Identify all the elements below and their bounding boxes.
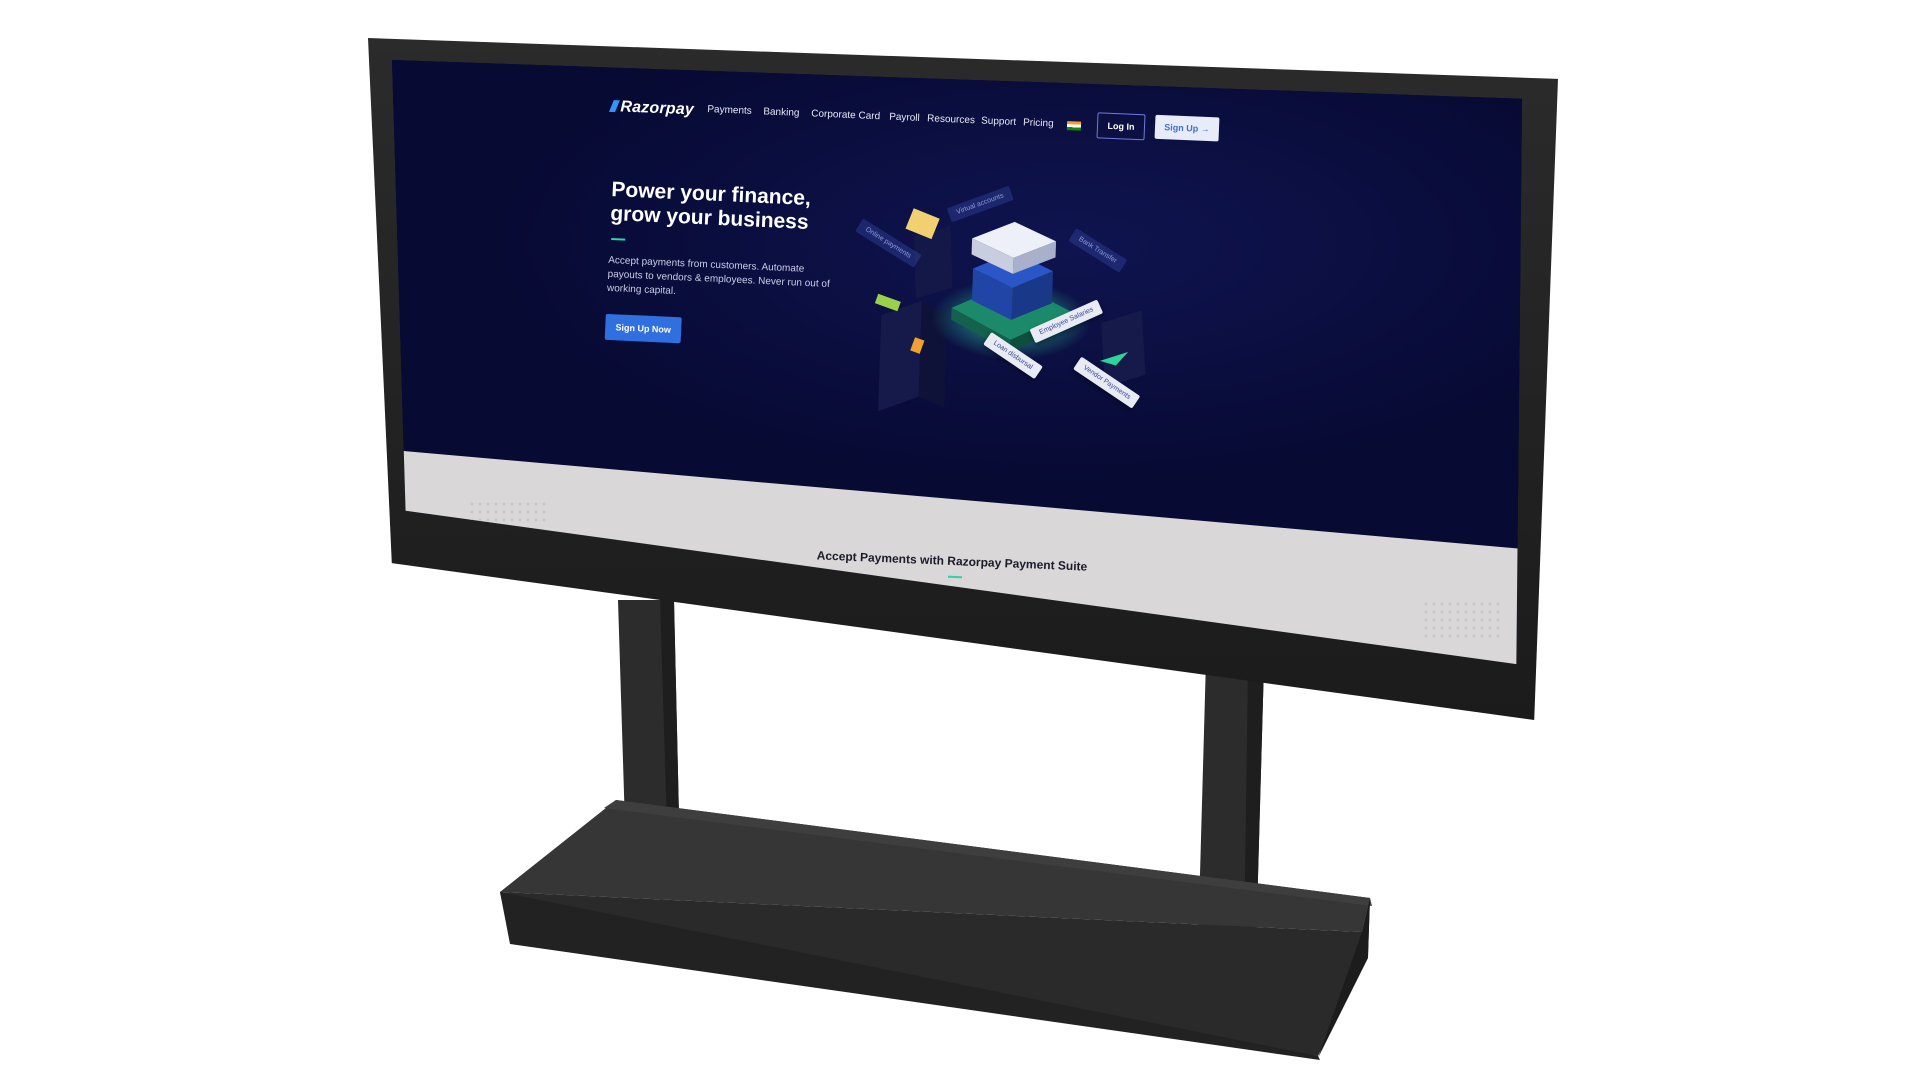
hero-subtitle: Accept payments from customers. Automate… (606, 254, 830, 298)
india-flag-icon[interactable] (1066, 121, 1082, 131)
nav-item-pricing[interactable]: Pricing (1023, 117, 1054, 129)
monitor: Razorpay Payments Banking Corporate Card… (368, 38, 1558, 720)
nav-item-corporate-card[interactable]: Corporate Card (811, 108, 880, 122)
nav-item-support[interactable]: Support (981, 115, 1016, 127)
hero-content: Power your finance, grow your business A… (604, 178, 852, 351)
brand-name: Razorpay (620, 98, 695, 119)
nav-item-resources[interactable]: Resources (927, 113, 975, 126)
signup-button[interactable]: Sign Up → (1154, 114, 1220, 142)
nav-item-payments[interactable]: Payments (707, 104, 752, 117)
nav-item-payroll[interactable]: Payroll (889, 112, 920, 124)
hero-illustration: Virtual accounts Online payments Bank Tr… (848, 164, 1187, 435)
nav-item-banking[interactable]: Banking (763, 106, 800, 119)
hero-title: Power your finance, grow your business (610, 178, 852, 237)
brand-logo[interactable]: Razorpay (608, 98, 695, 119)
decorative-dots-left (468, 500, 548, 522)
signup-now-button[interactable]: Sign Up Now (604, 313, 682, 344)
login-button[interactable]: Log In (1096, 112, 1146, 141)
hero-accent-line (611, 238, 626, 241)
razorpay-logo-icon (608, 100, 620, 113)
decorative-dots-right (1422, 600, 1502, 640)
